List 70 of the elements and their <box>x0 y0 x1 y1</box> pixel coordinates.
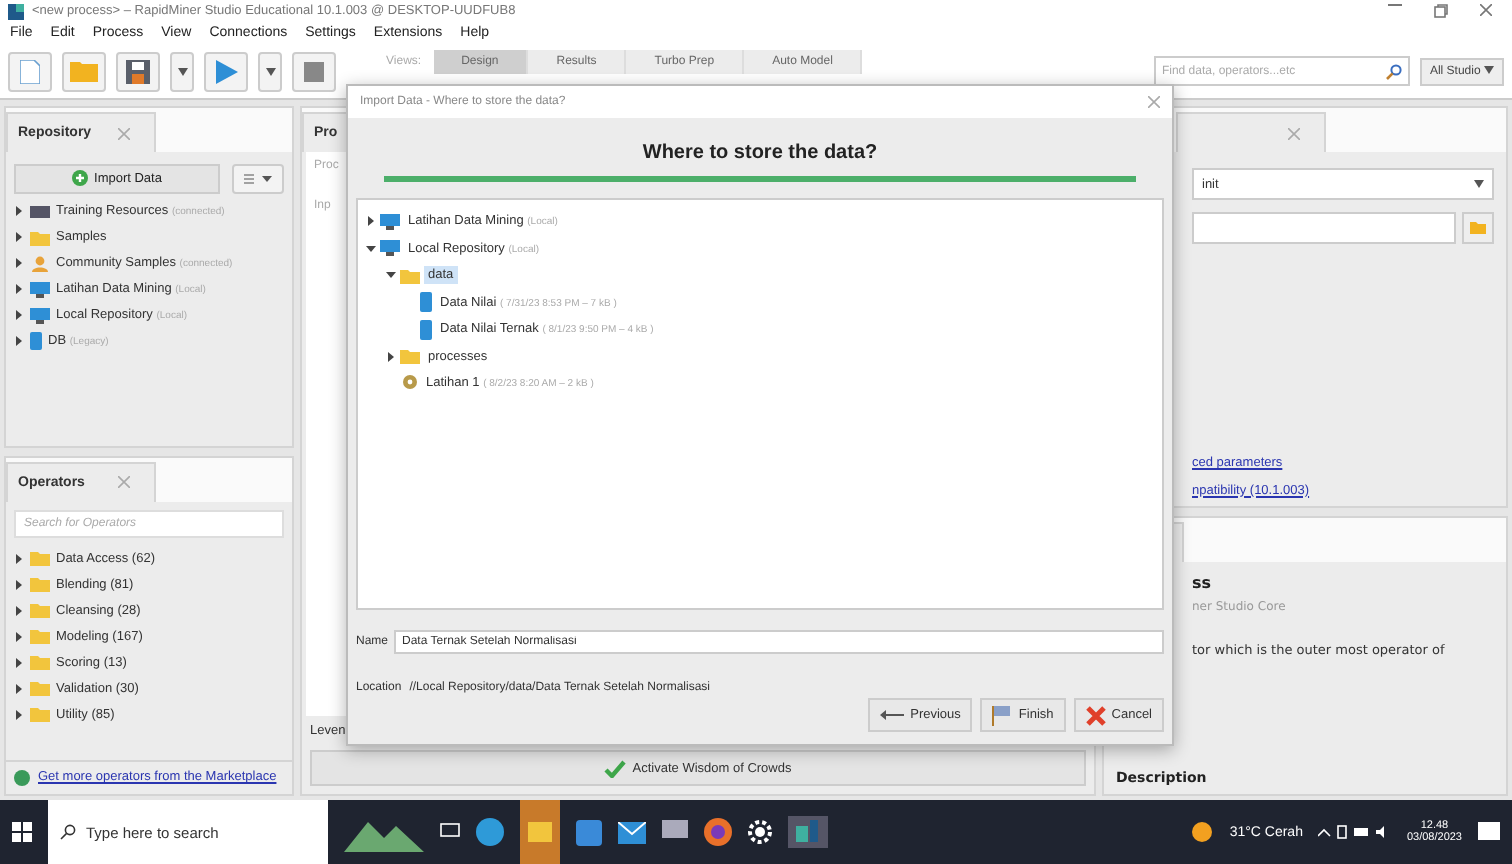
computer-icon[interactable] <box>662 820 688 844</box>
expand-arrow-icon[interactable] <box>366 216 376 227</box>
app-logo-icon <box>8 3 24 19</box>
folder-icon <box>70 60 98 82</box>
expand-arrow-icon[interactable] <box>14 206 24 216</box>
windows-logo-icon[interactable] <box>12 822 32 842</box>
expand-arrow-icon[interactable] <box>14 232 24 242</box>
expand-arrow-icon[interactable] <box>14 258 24 268</box>
expand-arrow-icon[interactable] <box>14 336 24 346</box>
search-icon <box>1385 63 1402 79</box>
expand-arrow-icon[interactable] <box>14 657 24 667</box>
monitor-icon <box>30 281 50 297</box>
flag-icon <box>992 705 1013 725</box>
database-icon <box>30 332 42 350</box>
folder-icon <box>30 229 50 245</box>
dropdown-button[interactable] <box>258 51 282 91</box>
expand-arrow-icon[interactable] <box>14 310 24 320</box>
caret-icon <box>1484 65 1494 73</box>
monitor-icon <box>30 307 50 323</box>
people-icon <box>30 255 50 271</box>
app-icon[interactable] <box>788 816 828 848</box>
play-icon <box>215 59 237 83</box>
dropdown-button[interactable] <box>170 51 194 91</box>
caret-icon <box>177 67 187 75</box>
expand-arrow-icon[interactable] <box>14 709 24 719</box>
dialog-heading: Where to store the data? <box>642 142 878 164</box>
run-button[interactable] <box>204 51 248 91</box>
globe-icon <box>14 770 30 786</box>
document-icon <box>20 59 40 83</box>
settings-icon[interactable] <box>748 820 772 844</box>
folder-icon <box>400 267 420 284</box>
folder-icon <box>400 348 420 365</box>
expand-arrow-icon[interactable] <box>14 579 24 589</box>
help-heading: ss <box>1192 574 1214 593</box>
checkmark-icon <box>604 759 627 777</box>
expand-arrow-icon[interactable] <box>366 243 376 254</box>
folder-icon <box>1470 222 1486 234</box>
close-icon[interactable] <box>1480 4 1492 16</box>
search-icon <box>60 824 76 840</box>
save-button[interactable] <box>116 51 160 91</box>
firefox-icon[interactable] <box>704 818 732 846</box>
expand-arrow-icon[interactable] <box>14 683 24 693</box>
data-file-icon <box>420 292 432 313</box>
mail-icon[interactable] <box>618 821 646 843</box>
close-icon <box>1085 705 1106 725</box>
expand-arrow-icon[interactable] <box>386 270 396 281</box>
expand-arrow-icon[interactable] <box>14 605 24 615</box>
weather-icon <box>1189 820 1214 844</box>
monitor-icon <box>380 213 400 230</box>
list-caret-icon <box>244 173 272 183</box>
expand-arrow-icon[interactable] <box>14 631 24 641</box>
notification-icon[interactable] <box>1478 821 1500 843</box>
stop-icon <box>304 61 324 81</box>
arrow-left-icon <box>880 710 905 720</box>
stop-button[interactable] <box>292 51 336 91</box>
parameter-field[interactable] <box>1192 212 1456 244</box>
store-icon[interactable] <box>576 819 602 845</box>
browser-icon[interactable] <box>476 818 504 846</box>
caret-icon <box>265 67 275 75</box>
task-view-icon[interactable] <box>440 822 460 842</box>
gear-icon <box>400 374 418 393</box>
server-icon <box>30 203 50 219</box>
expand-arrow-icon[interactable] <box>386 351 396 362</box>
expand-arrow-icon[interactable] <box>14 553 24 563</box>
restore-icon[interactable] <box>1434 4 1448 18</box>
monitor-icon <box>380 240 400 257</box>
caret-icon <box>1474 180 1484 188</box>
plus-icon <box>72 170 89 186</box>
data-file-icon <box>420 319 432 340</box>
expand-arrow-icon[interactable] <box>14 284 24 294</box>
